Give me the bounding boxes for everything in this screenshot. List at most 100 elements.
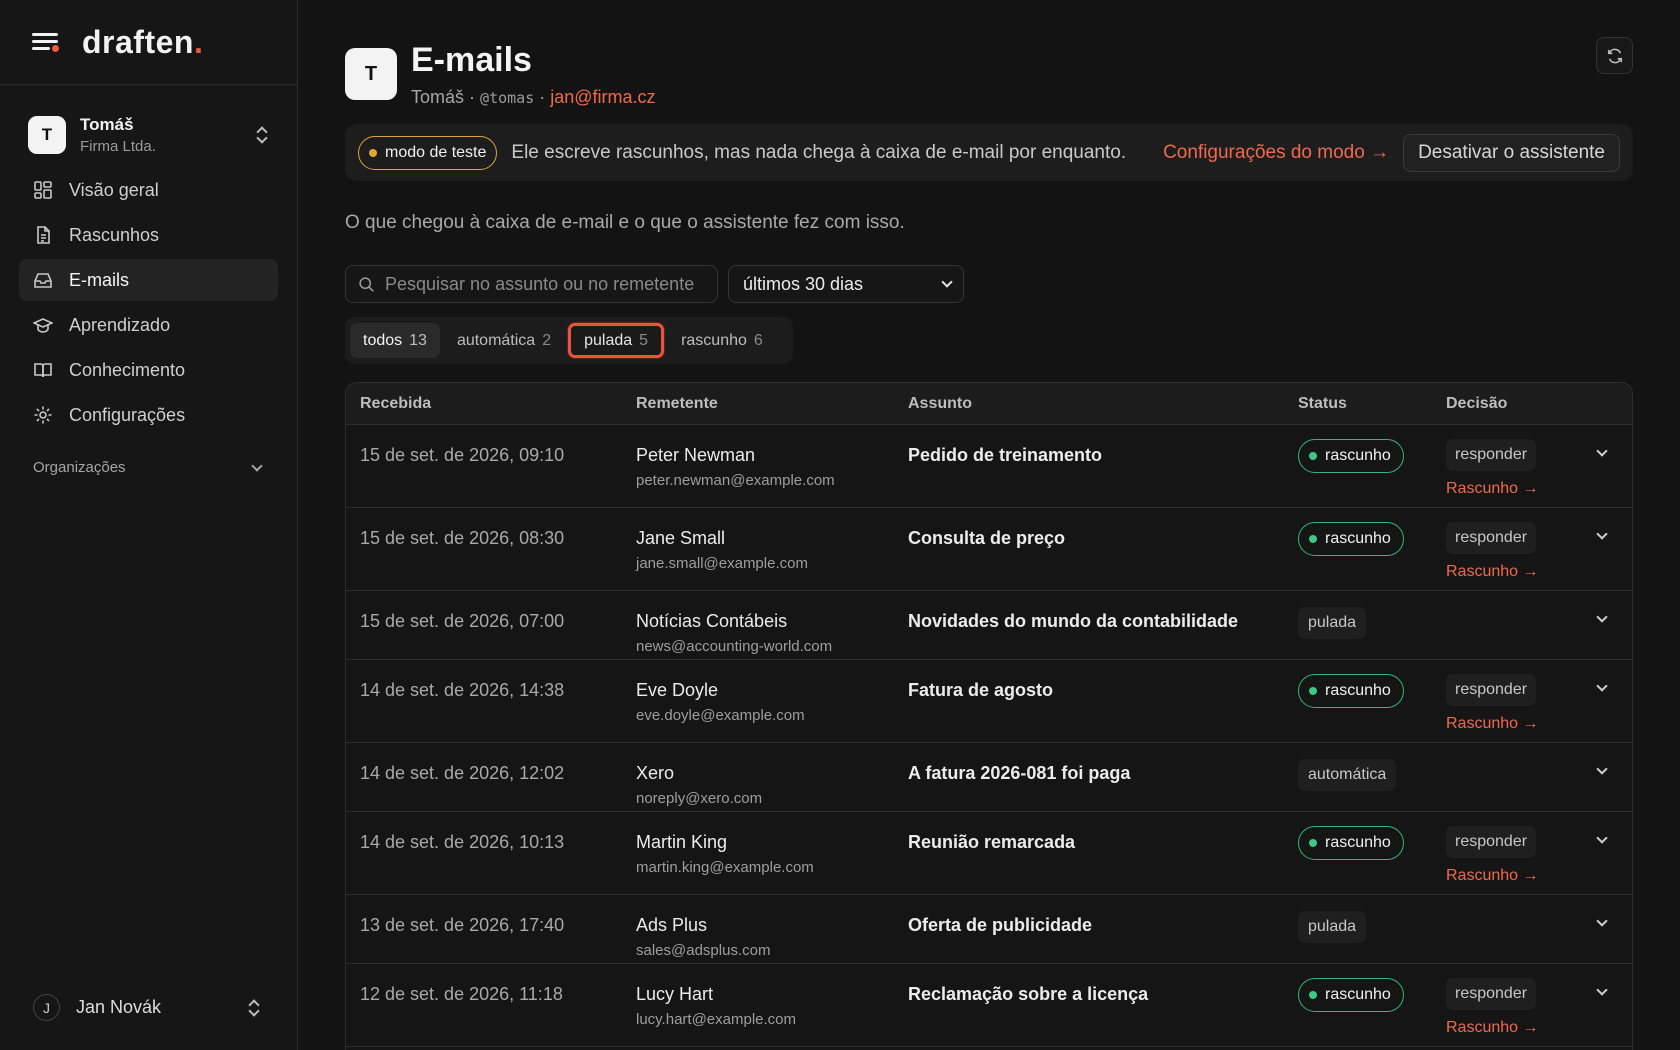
- period-selected-value: últimos 30 dias: [743, 273, 864, 294]
- table-row[interactable]: 15 de set. de 2026, 09:10 Peter Newman p…: [346, 425, 1632, 508]
- sidebar-item-label: E-mails: [69, 269, 130, 290]
- expand-row-button[interactable]: [1596, 763, 1610, 777]
- sidebar-item-label: Visão geral: [69, 179, 159, 200]
- sender-email: sales@adsplus.com: [636, 942, 771, 959]
- table-row[interactable]: 15 de set. de 2026, 07:00 Notícias Contá…: [346, 591, 1632, 660]
- workspace-org: Firma Ltda.: [80, 138, 156, 155]
- sidebar-item-emails[interactable]: E-mails: [19, 259, 278, 301]
- sender-cell: Eve Doyle eve.doyle@example.com: [636, 680, 805, 724]
- column-header-received[interactable]: Recebida: [360, 395, 431, 413]
- expand-row-button[interactable]: [1596, 832, 1610, 846]
- column-header-subject[interactable]: Assunto: [908, 395, 972, 413]
- table-row[interactable]: 14 de set. de 2026, 10:13 Martin King ma…: [346, 812, 1632, 895]
- banner-text: Ele escreve rascunhos, mas nada chega à …: [511, 141, 1127, 163]
- expand-row-button[interactable]: [1596, 611, 1610, 625]
- status-cell: pulada: [1298, 605, 1367, 639]
- search-input[interactable]: [385, 273, 705, 295]
- status-cell: rascunho: [1298, 674, 1404, 708]
- chevron-down-icon: [251, 459, 263, 472]
- assistant-email-link[interactable]: jan@firma.cz: [550, 87, 655, 107]
- refresh-button[interactable]: [1596, 37, 1633, 74]
- received-date: 12 de set. de 2026, 11:18: [360, 984, 563, 1004]
- user-menu[interactable]: J Jan Novák: [33, 994, 261, 1021]
- draft-link[interactable]: Rascunho →: [1446, 1019, 1539, 1037]
- column-header-sender[interactable]: Remetente: [636, 395, 718, 413]
- book-icon: [33, 360, 53, 380]
- expand-row-button[interactable]: [1596, 445, 1610, 459]
- sidebar-item-label: Conhecimento: [69, 359, 186, 380]
- status-badge: automática: [1298, 759, 1397, 791]
- mode-settings-link[interactable]: Configurações do modo →: [1163, 142, 1389, 164]
- sidebar-item-drafts[interactable]: Rascunhos: [19, 214, 278, 256]
- filter-tab-all[interactable]: todos 13: [350, 323, 440, 358]
- status-cell: rascunho: [1298, 826, 1404, 860]
- sidebar-item-learning[interactable]: Aprendizado: [19, 304, 278, 346]
- workspace-switcher[interactable]: T Tomáš Firma Ltda.: [0, 85, 297, 165]
- sidebar-item-overview[interactable]: Visão geral: [19, 169, 278, 211]
- sender-email: lucy.hart@example.com: [636, 1011, 797, 1028]
- chevron-down-icon: [1596, 984, 1608, 996]
- draft-link[interactable]: Rascunho →: [1446, 867, 1539, 885]
- draft-link[interactable]: Rascunho →: [1446, 715, 1539, 733]
- sidebar-item-knowledge[interactable]: Conhecimento: [19, 349, 278, 391]
- filter-tab-skipped[interactable]: pulada 5: [568, 323, 665, 358]
- document-icon: [33, 225, 53, 245]
- chevron-down-icon: [1596, 611, 1608, 623]
- sender-name: Xero: [636, 763, 675, 783]
- draft-link[interactable]: Rascunho →: [1446, 480, 1539, 498]
- status-badge: rascunho: [1298, 826, 1404, 860]
- sender-email: noreply@xero.com: [636, 790, 763, 807]
- gear-icon: [33, 405, 53, 425]
- expand-row-button[interactable]: [1596, 984, 1610, 998]
- column-header-decision[interactable]: Decisão: [1446, 395, 1507, 413]
- decision-badge: responder: [1446, 978, 1537, 1010]
- organizations-toggle[interactable]: Organizações: [0, 459, 297, 476]
- grid-icon: [33, 180, 53, 200]
- chevron-up-down-icon: [255, 126, 269, 144]
- filter-label: rascunho: [681, 331, 747, 349]
- disable-assistant-button[interactable]: Desativar o assistente: [1403, 133, 1620, 172]
- expand-row-button[interactable]: [1596, 680, 1610, 694]
- decision-cell: responder Rascunho →: [1446, 826, 1539, 885]
- sender-cell: Lucy Hart lucy.hart@example.com: [636, 984, 796, 1028]
- received-date: 15 de set. de 2026, 09:10: [360, 445, 565, 465]
- chevron-down-icon: [1596, 680, 1608, 692]
- status-badge: pulada: [1298, 911, 1367, 943]
- chevron-down-icon: [941, 275, 953, 288]
- decision-badge: responder: [1446, 826, 1537, 858]
- filter-tab-automatic[interactable]: automática 2: [444, 323, 564, 358]
- table-row[interactable]: 14 de set. de 2026, 12:02 Xero noreply@x…: [346, 743, 1632, 812]
- sidebar-item-label: Configurações: [69, 404, 186, 425]
- status-label: rascunho: [1325, 447, 1391, 464]
- expand-row-button[interactable]: [1596, 915, 1610, 929]
- table-row[interactable]: 13 de set. de 2026, 17:40 Ads Plus sales…: [346, 895, 1632, 964]
- status-cell: automática: [1298, 757, 1397, 791]
- status-badge: rascunho: [1298, 522, 1404, 556]
- status-dot-icon: [1309, 535, 1317, 543]
- inbox-icon: [33, 270, 53, 290]
- draft-link[interactable]: Rascunho →: [1446, 563, 1539, 581]
- filter-label: automática: [456, 331, 536, 349]
- table-row[interactable]: 14 de set. de 2026, 14:38 Eve Doyle eve.…: [346, 660, 1632, 743]
- filter-label: pulada: [584, 331, 633, 349]
- subject: Pedido de treinamento: [908, 445, 1103, 465]
- chevron-down-icon: [1596, 445, 1608, 457]
- status-label: rascunho: [1325, 530, 1391, 547]
- table-row[interactable]: 15 de set. de 2026, 08:30 Jane Small jan…: [346, 508, 1632, 591]
- status-badge: rascunho: [1298, 674, 1404, 708]
- received-date: 14 de set. de 2026, 10:13: [360, 832, 565, 852]
- period-select[interactable]: últimos 30 dias: [728, 265, 964, 303]
- filter-tab-draft[interactable]: rascunho 6: [668, 323, 776, 358]
- table-row[interactable]: 12 de set. de 2026, 11:18 Lucy Hart lucy…: [346, 964, 1632, 1047]
- expand-row-button[interactable]: [1596, 528, 1610, 542]
- status-dot-icon: [1309, 991, 1317, 999]
- search-field[interactable]: [345, 265, 718, 303]
- menu-icon[interactable]: [32, 31, 60, 53]
- status-label: rascunho: [1325, 682, 1391, 699]
- sidebar-item-settings[interactable]: Configurações: [19, 394, 278, 436]
- avatar: J: [33, 994, 60, 1021]
- sender-name: Martin King: [636, 832, 728, 852]
- search-icon: [359, 276, 374, 292]
- status-dot-icon: [369, 148, 377, 157]
- column-header-status[interactable]: Status: [1298, 395, 1347, 413]
